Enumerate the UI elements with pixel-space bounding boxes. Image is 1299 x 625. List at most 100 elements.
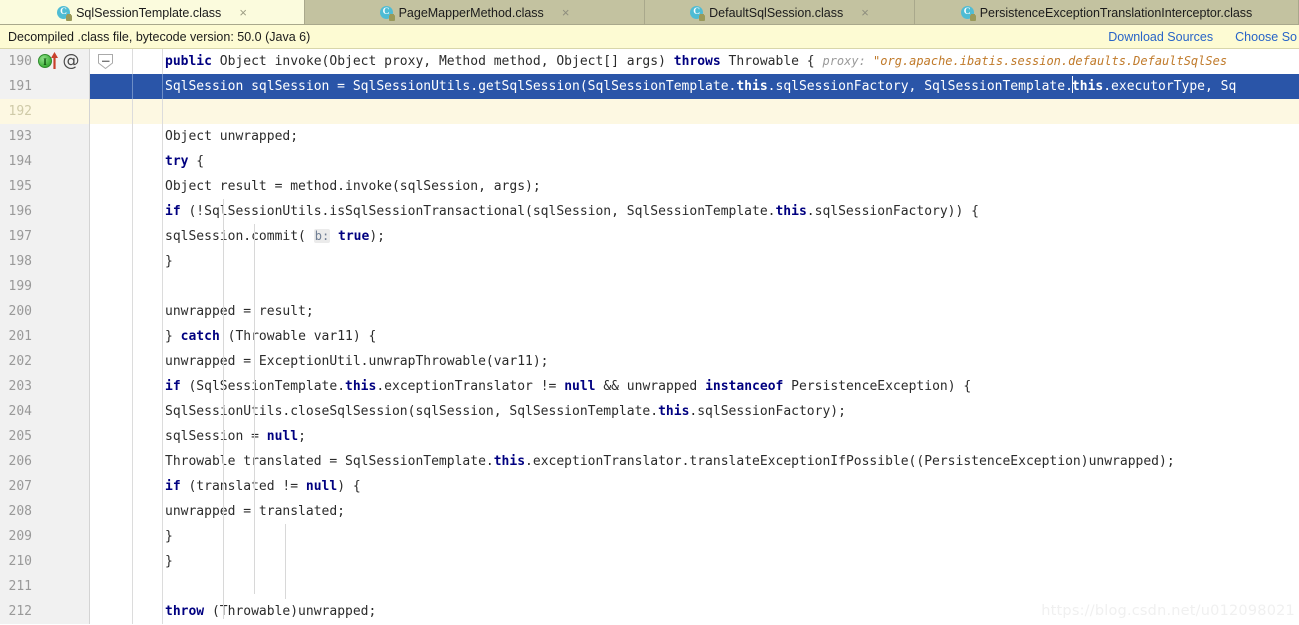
annotation-gutter [133, 224, 163, 249]
fold-gutter [90, 324, 133, 349]
code-line[interactable]: 195 Object result = method.invoke(sqlSes… [0, 174, 1299, 199]
code-line[interactable]: 198 } [0, 249, 1299, 274]
fold-gutter [90, 224, 133, 249]
annotation-gutter [133, 374, 163, 399]
gutter-icons [32, 599, 90, 624]
fold-collapse-icon[interactable] [97, 53, 114, 70]
line-number: 194 [0, 149, 32, 174]
code-token: this [736, 79, 768, 94]
code-token: sqlSession = [165, 429, 267, 444]
code-line[interactable]: 209 } [0, 524, 1299, 549]
line-number: 197 [0, 224, 32, 249]
code-line[interactable]: 206 Throwable translated = SqlSessionTem… [0, 449, 1299, 474]
code-token: instanceof [705, 379, 784, 394]
code-line[interactable]: 196 if (!SqlSessionUtils.isSqlSessionTra… [0, 199, 1299, 224]
fold-gutter [90, 49, 133, 74]
code-line[interactable]: 210 } [0, 549, 1299, 574]
code-line[interactable]: 202 unwrapped = ExceptionUtil.unwrapThro… [0, 349, 1299, 374]
tab-label: SqlSessionTemplate.class [76, 5, 222, 20]
code-token: (Throwable var11) { [219, 329, 377, 344]
gutter-icons [32, 399, 90, 424]
notification-message: Decompiled .class file, bytecode version… [8, 29, 311, 44]
code-token: this [1071, 79, 1104, 94]
code-line[interactable]: 207 if (translated != null) { [0, 474, 1299, 499]
editor-tab-0[interactable]: C SqlSessionTemplate.class × [0, 0, 305, 24]
code-line[interactable]: 205 sqlSession = null; [0, 424, 1299, 449]
fold-gutter [90, 299, 133, 324]
close-icon[interactable]: × [861, 6, 869, 19]
fold-gutter [90, 574, 133, 599]
code-line[interactable]: 199 [0, 274, 1299, 299]
fold-gutter [90, 149, 133, 174]
code-lines: 190 I @ public Object invoke(Object proxy,… [0, 49, 1299, 624]
annotation-gutter [133, 524, 163, 549]
code-token: "org.apache.ibatis.session.defaults.Defa… [865, 54, 1228, 68]
line-number: 195 [0, 174, 32, 199]
code-text: unwrapped = result; [163, 299, 1299, 324]
code-token: Object unwrapped; [165, 129, 299, 144]
code-line[interactable]: 200 unwrapped = result; [0, 299, 1299, 324]
code-line[interactable]: 203 if (SqlSessionTemplate.this.exceptio… [0, 374, 1299, 399]
code-token: unwrapped = translated; [165, 504, 346, 519]
gutter-icons [32, 524, 90, 549]
code-line[interactable]: 204 SqlSessionUtils.closeSqlSession(sqlS… [0, 399, 1299, 424]
code-token: } [165, 554, 173, 569]
code-line[interactable]: 190 I @ public Object invoke(Object proxy,… [0, 49, 1299, 74]
notification-actions: Download Sources Choose So [1108, 25, 1299, 48]
code-line[interactable]: 197 sqlSession.commit( b: true); [0, 224, 1299, 249]
code-text: unwrapped = translated; [163, 499, 1299, 524]
annotation-icon[interactable]: @ [62, 52, 80, 70]
code-token: .exceptionTranslator != [376, 379, 565, 394]
fold-gutter [90, 199, 133, 224]
tab-label: DefaultSqlSession.class [709, 5, 844, 20]
code-token: .executorType, Sq [1103, 79, 1237, 94]
fold-gutter [90, 424, 133, 449]
code-line[interactable]: 191 SqlSession sqlSession = SqlSessionUt… [0, 74, 1299, 99]
annotation-gutter [133, 424, 163, 449]
code-token: (Throwable)unwrapped; [204, 604, 377, 619]
code-line[interactable]: 201 } catch (Throwable var11) { [0, 324, 1299, 349]
java-class-icon: C [57, 5, 73, 21]
fold-gutter [90, 349, 133, 374]
gutter-icons [32, 99, 90, 124]
code-line[interactable]: 193 Object unwrapped; [0, 124, 1299, 149]
code-text: if (translated != null) { [163, 474, 1299, 499]
download-sources-link[interactable]: Download Sources [1108, 30, 1213, 44]
line-number: 203 [0, 374, 32, 399]
fold-gutter [90, 474, 133, 499]
code-token: ); [369, 229, 385, 244]
code-line[interactable]: 211 [0, 574, 1299, 599]
code-token: throw [165, 604, 205, 619]
editor-tab-3[interactable]: C PersistenceExceptionTranslationIntercep… [915, 0, 1299, 24]
overriding-method-arrow-icon[interactable] [50, 51, 59, 70]
close-icon[interactable]: × [239, 6, 247, 19]
code-text: Throwable translated = SqlSessionTemplat… [163, 449, 1299, 474]
code-token: if [165, 204, 181, 219]
gutter-icons [32, 149, 90, 174]
fold-gutter [90, 374, 133, 399]
code-token: Throwable translated = SqlSessionTemplat… [165, 454, 494, 469]
code-line[interactable]: 194 try { [0, 149, 1299, 174]
choose-sources-link[interactable]: Choose So [1235, 30, 1297, 44]
code-token: ; [298, 429, 306, 444]
code-token: (!SqlSessionUtils.isSqlSessionTransactio… [180, 204, 776, 219]
fold-gutter [90, 174, 133, 199]
code-text: try { [163, 149, 1299, 174]
tab-content: C DefaultSqlSession.class [690, 5, 844, 21]
gutter-icons [32, 174, 90, 199]
code-line[interactable]: 208 unwrapped = translated; [0, 499, 1299, 524]
indent-guide [254, 224, 255, 594]
code-line[interactable]: 192 [0, 99, 1299, 124]
close-icon[interactable]: × [562, 6, 570, 19]
code-editor[interactable]: 190 I @ public Object invoke(Object proxy,… [0, 49, 1299, 625]
fold-gutter [90, 74, 133, 99]
code-token: .sqlSessionFactory, SqlSessionTemplate. [767, 79, 1073, 94]
line-number: 211 [0, 574, 32, 599]
code-line[interactable]: 212 throw (Throwable)unwrapped; [0, 599, 1299, 624]
editor-tab-1[interactable]: C PageMapperMethod.class × [305, 0, 645, 24]
editor-tab-2[interactable]: C DefaultSqlSession.class × [645, 0, 915, 24]
gutter-icons [32, 224, 90, 249]
editor-tab-bar: C SqlSessionTemplate.class × C PageMapperMet… [0, 0, 1299, 25]
gutter-icons [32, 324, 90, 349]
